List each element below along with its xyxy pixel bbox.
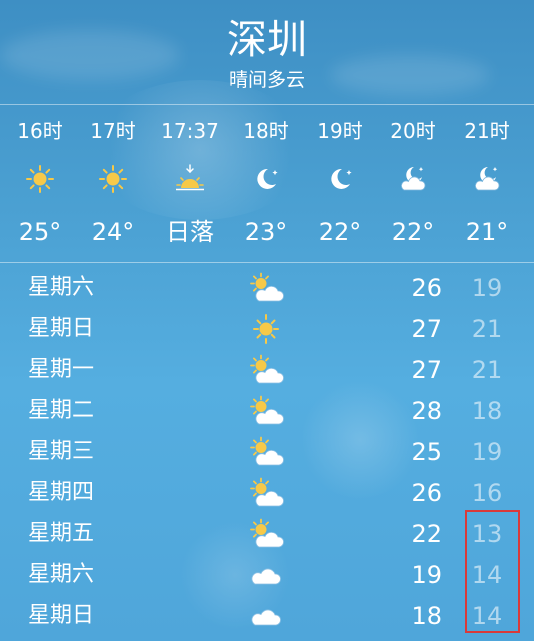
sun-icon bbox=[99, 165, 127, 193]
day-high: 26 bbox=[411, 274, 442, 302]
hour-temp: 21° bbox=[465, 218, 509, 246]
hour-time: 17:37 bbox=[161, 119, 219, 143]
partly-cloudy-icon bbox=[250, 395, 284, 425]
partly-cloudy-icon bbox=[250, 436, 284, 466]
list-item: 星期日 27 21 bbox=[0, 309, 534, 350]
partly-cloudy-icon bbox=[250, 477, 284, 507]
cloud-icon bbox=[251, 609, 281, 626]
day-name: 星期六 bbox=[28, 275, 95, 300]
hour-item: 20时 22° bbox=[376, 104, 450, 262]
hour-temp: 23° bbox=[244, 218, 288, 246]
hourly-forecast[interactable]: 16时 25° 17时 24° 17:37 日落 18时 23° 19时 22°… bbox=[0, 104, 534, 262]
moon-icon bbox=[257, 168, 278, 189]
hour-temp: 22° bbox=[391, 218, 435, 246]
day-name: 星期二 bbox=[28, 398, 95, 423]
hour-item: 16时 25° bbox=[3, 104, 77, 262]
moon-cloud-icon bbox=[401, 167, 426, 191]
hour-item: 17:37 日落 bbox=[153, 104, 227, 262]
day-name: 星期五 bbox=[28, 521, 95, 546]
list-item: 星期三 25 19 bbox=[0, 432, 534, 473]
cloud-icon bbox=[251, 568, 281, 585]
day-high: 22 bbox=[411, 520, 442, 548]
day-high: 26 bbox=[411, 479, 442, 507]
hour-item: 18时 23° bbox=[229, 104, 303, 262]
sunset-icon bbox=[176, 164, 204, 191]
hour-temp: 25° bbox=[18, 218, 62, 246]
list-item: 星期六 26 19 bbox=[0, 268, 534, 309]
hour-time: 21时 bbox=[464, 119, 510, 143]
divider bbox=[0, 262, 534, 263]
day-name: 星期六 bbox=[28, 562, 95, 587]
list-item: 星期日 18 14 bbox=[0, 596, 534, 637]
list-item: 星期五 22 13 bbox=[0, 514, 534, 555]
highlight-box bbox=[465, 510, 520, 633]
day-high: 27 bbox=[411, 315, 442, 343]
sunset-label: 日落 bbox=[166, 218, 214, 246]
hour-time: 16时 bbox=[17, 119, 63, 143]
day-low: 19 bbox=[471, 274, 503, 302]
list-item: 星期六 19 14 bbox=[0, 555, 534, 596]
day-high: 28 bbox=[411, 397, 442, 425]
city-name: 深圳 bbox=[227, 17, 307, 63]
day-high: 27 bbox=[411, 356, 442, 384]
hour-time: 20时 bbox=[390, 119, 436, 143]
hour-time: 17时 bbox=[90, 119, 136, 143]
hour-item: 17时 24° bbox=[76, 104, 150, 262]
list-item: 星期一 27 21 bbox=[0, 350, 534, 391]
hour-temp: 22° bbox=[318, 218, 362, 246]
current-condition: 晴间多云 bbox=[228, 69, 305, 91]
list-item: 星期四 26 16 bbox=[0, 473, 534, 514]
sun-icon bbox=[26, 165, 54, 193]
sun-icon bbox=[253, 314, 279, 344]
day-low: 16 bbox=[471, 479, 503, 507]
partly-cloudy-icon bbox=[250, 518, 284, 548]
day-high: 18 bbox=[411, 602, 442, 630]
day-name: 星期三 bbox=[28, 439, 95, 464]
day-name: 星期日 bbox=[28, 603, 95, 628]
hour-time: 18时 bbox=[243, 119, 289, 143]
partly-cloudy-icon bbox=[250, 272, 284, 302]
hour-time: 19时 bbox=[317, 119, 363, 143]
day-name: 星期一 bbox=[28, 357, 95, 382]
day-name: 星期日 bbox=[28, 316, 95, 341]
moon-icon bbox=[331, 168, 352, 189]
hour-item: 19时 22° bbox=[303, 104, 377, 262]
day-low: 19 bbox=[471, 438, 503, 466]
day-low: 21 bbox=[471, 356, 503, 384]
day-high: 19 bbox=[411, 561, 442, 589]
hour-temp: 24° bbox=[91, 218, 135, 246]
day-low: 21 bbox=[471, 315, 503, 343]
list-item: 星期二 28 18 bbox=[0, 391, 534, 432]
day-high: 25 bbox=[411, 438, 442, 466]
weather-header: 深圳 晴间多云 bbox=[0, 0, 534, 104]
day-name: 星期四 bbox=[28, 480, 95, 505]
moon-cloud-icon bbox=[475, 167, 500, 191]
hour-item: 21时 21° bbox=[450, 104, 524, 262]
partly-cloudy-icon bbox=[250, 354, 284, 384]
day-low: 18 bbox=[471, 397, 503, 425]
